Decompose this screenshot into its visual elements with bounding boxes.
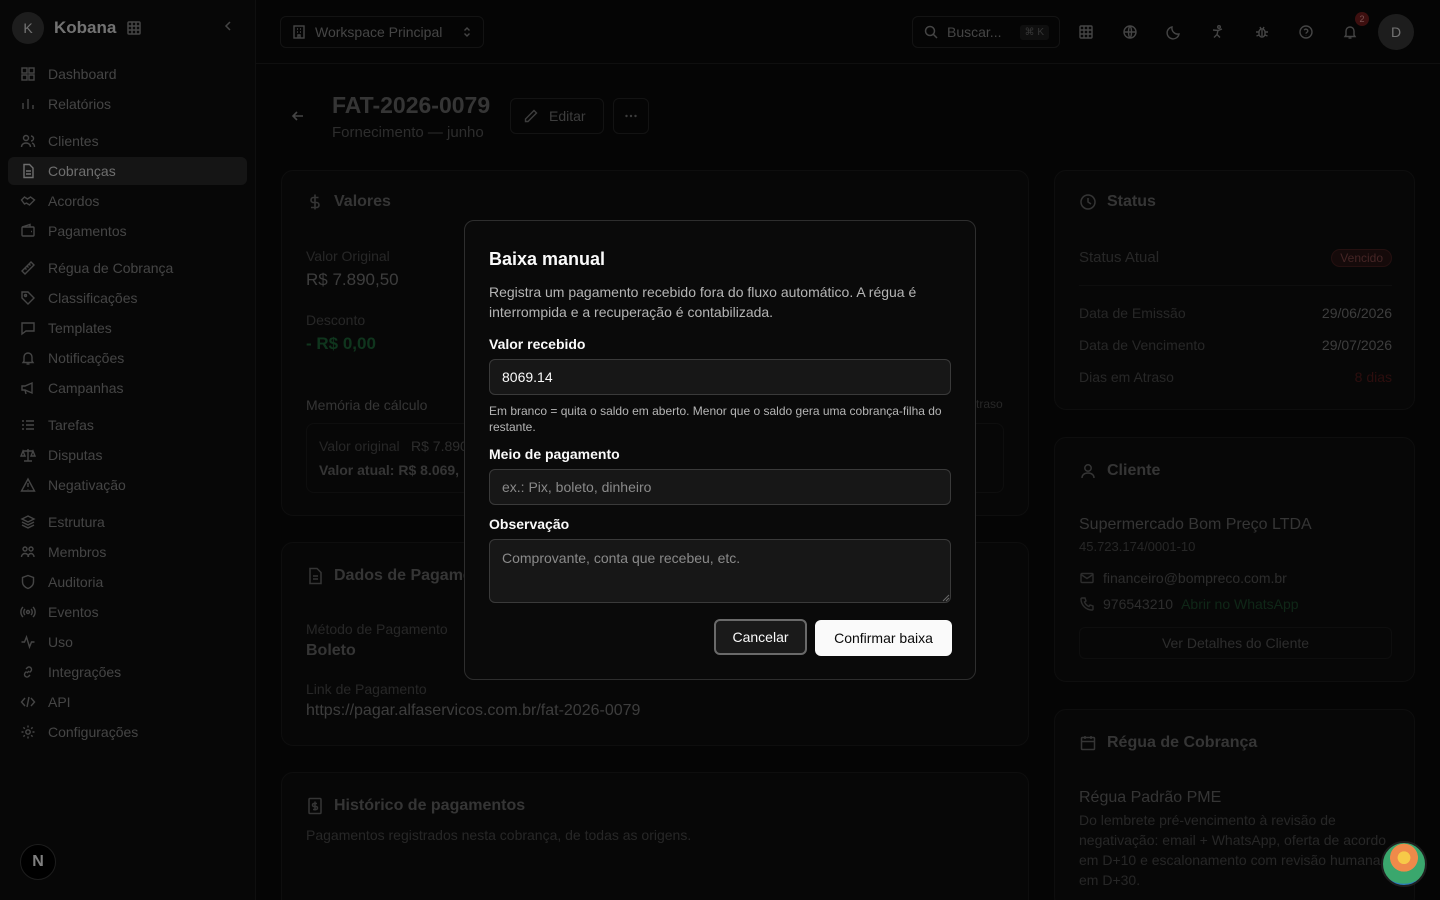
floating-avatar-icon[interactable]	[1381, 841, 1427, 887]
baixa-manual-dialog: Baixa manual Registra um pagamento receb…	[464, 220, 976, 680]
observacao-label: Observação	[489, 516, 570, 532]
dialog-title: Baixa manual	[489, 249, 606, 269]
app-root: K Kobana Dashboard Relatórios Clientes C…	[0, 0, 1440, 900]
valor-recebido-input[interactable]	[489, 359, 951, 395]
resize-handle-icon[interactable]	[942, 594, 950, 602]
meio-pagamento-label: Meio de pagamento	[489, 446, 620, 462]
valor-recebido-label: Valor recebido	[489, 336, 586, 352]
dialog-description: Registra um pagamento recebido fora do f…	[489, 284, 917, 320]
cancel-button[interactable]: Cancelar	[714, 619, 807, 655]
observacao-textarea[interactable]	[489, 539, 951, 603]
meio-pagamento-input[interactable]	[489, 469, 951, 505]
valor-recebido-help: Em branco = quita o saldo em aberto. Men…	[489, 404, 942, 434]
confirm-button[interactable]: Confirmar baixa	[815, 620, 952, 656]
